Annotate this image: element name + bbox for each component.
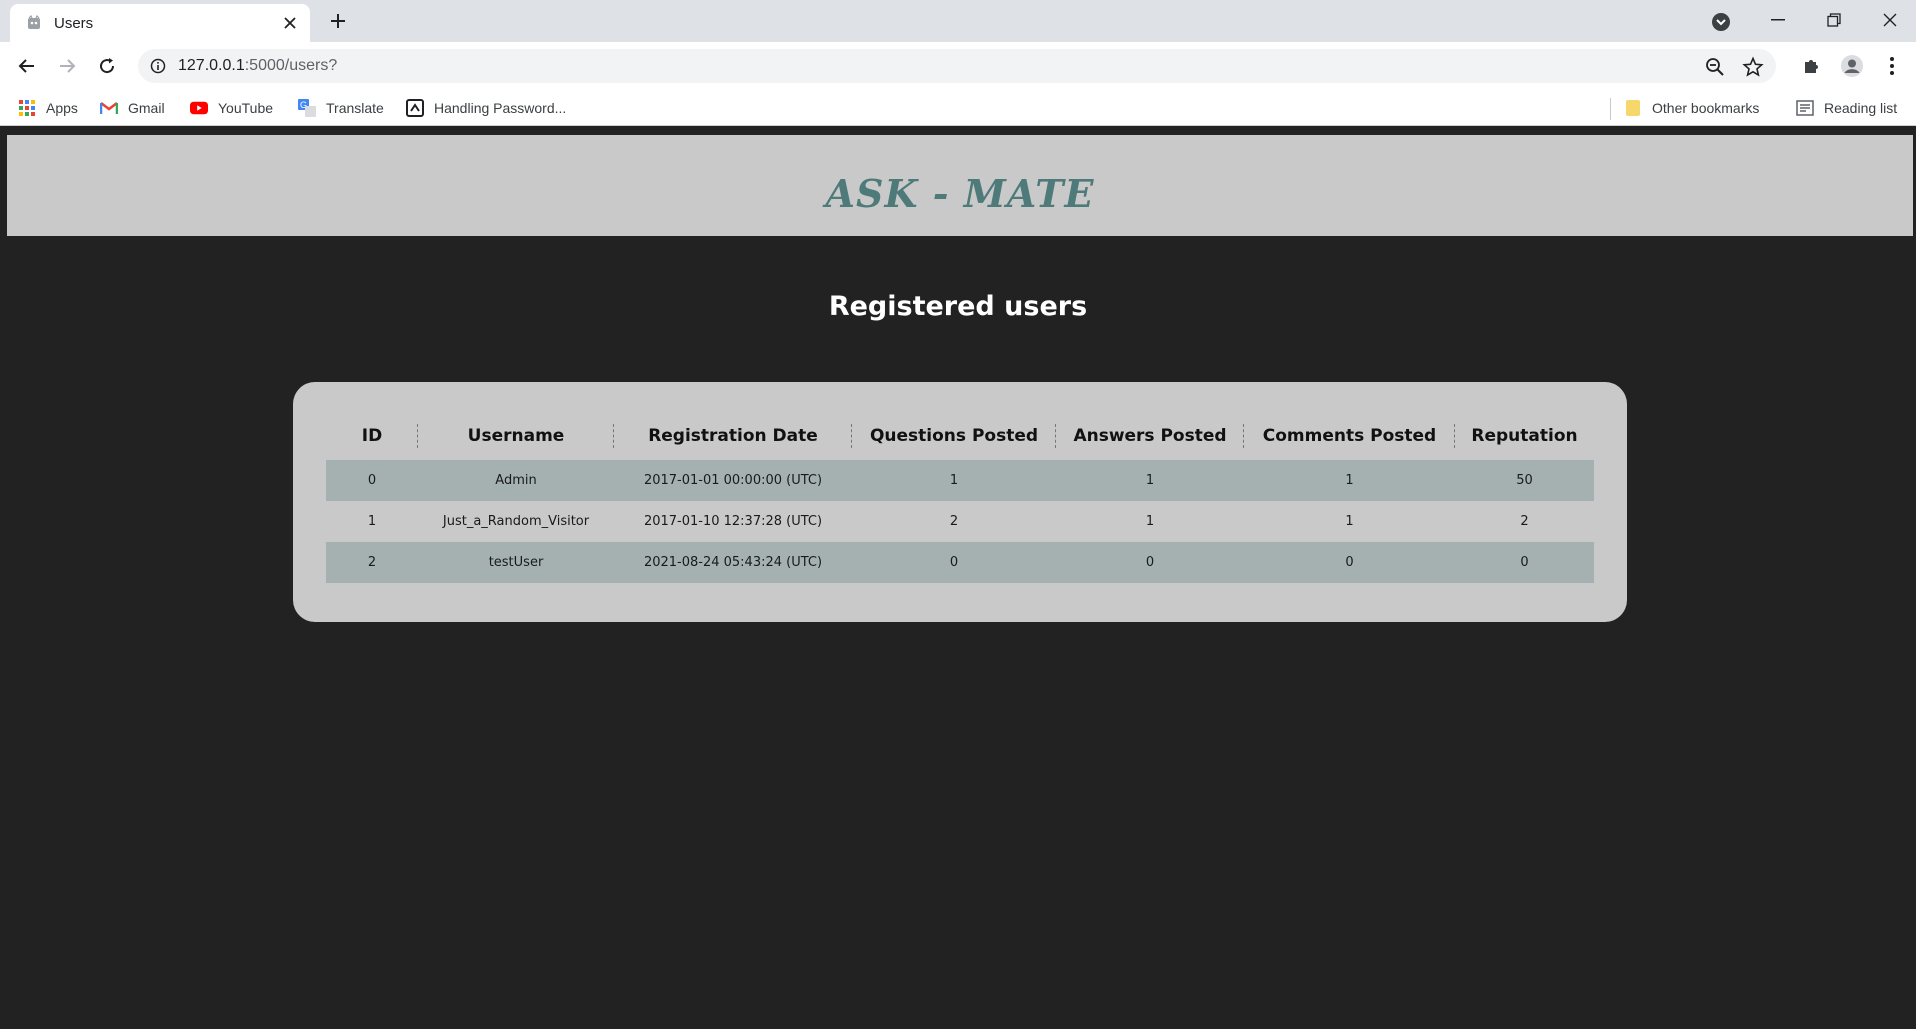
reading-list-label: Reading list (1824, 100, 1898, 116)
forward-arrow-icon[interactable] (51, 50, 83, 82)
new-tab-button[interactable] (324, 10, 352, 32)
close-window-icon[interactable] (1862, 0, 1916, 40)
browser-menu-icon[interactable] (1880, 54, 1904, 78)
cell-registration-date: 2017-01-01 00:00:00 (UTC) (643, 473, 823, 488)
cell-username: Admin (495, 473, 537, 488)
cell-answers-posted: 1 (1145, 514, 1155, 529)
column-header-questions-posted: Questions Posted (852, 412, 1056, 460)
bookmark-gmail[interactable]: Gmail (100, 98, 165, 118)
bookmark-translate[interactable]: G Translate (298, 98, 384, 118)
column-header-registration-date: Registration Date (614, 412, 852, 460)
cell-id: 2 (367, 555, 377, 570)
column-header-answers-posted: Answers Posted (1056, 412, 1244, 460)
cell-questions-posted: 2 (949, 514, 959, 529)
youtube-icon (190, 99, 208, 117)
url-text[interactable]: 127.0.0.1:5000/users? (178, 57, 337, 75)
cell-answers-posted: 0 (1145, 555, 1155, 570)
cell-comments-posted: 1 (1345, 514, 1354, 529)
tab-search-icon[interactable] (1710, 11, 1732, 33)
cell-answers-posted: 1 (1145, 473, 1155, 488)
bookmark-youtube[interactable]: YouTube (190, 98, 273, 118)
bookmark-page-icon (406, 99, 424, 117)
bookmark-label: YouTube (218, 100, 274, 116)
cell-reputation: 2 (1520, 514, 1529, 529)
page-title: Registered users (828, 291, 1088, 322)
translate-icon: G (298, 99, 316, 117)
column-header-comments-posted: Comments Posted (1244, 412, 1455, 460)
apps-grid-icon (18, 99, 36, 117)
column-header-id: ID (326, 412, 418, 460)
column-header-username: Username (418, 412, 614, 460)
cell-comments-posted: 0 (1345, 555, 1354, 570)
browser-tab-strip: Users (0, 0, 1916, 42)
other-bookmarks-label: Other bookmarks (1652, 100, 1760, 116)
cell-questions-posted: 1 (949, 473, 959, 488)
cell-username: testUser (488, 555, 544, 570)
table-header-row: ID Username Registration Date Questions … (326, 412, 1594, 460)
site-logo[interactable]: ASK - MATE (7, 171, 1913, 216)
address-bar[interactable]: 127.0.0.1:5000/users? (138, 49, 1776, 83)
table-row: 2 testUser 2021-08-24 05:43:24 (UTC) 0 0… (326, 542, 1594, 583)
bookmark-star-icon[interactable] (1742, 56, 1764, 78)
cell-registration-date: 2017-01-10 12:37:28 (UTC) (643, 514, 823, 529)
page-viewport: ASK - MATE Registered users ID Username … (0, 127, 1916, 1029)
table-row: 0 Admin 2017-01-01 00:00:00 (UTC) 1 1 1 … (326, 460, 1594, 501)
bookmark-handling-password[interactable]: Handling Password... (406, 98, 566, 118)
folder-icon (1624, 99, 1642, 117)
bookmark-label: Translate (326, 100, 384, 116)
cell-registration-date: 2021-08-24 05:43:24 (UTC) (643, 555, 823, 570)
site-header: ASK - MATE (7, 135, 1913, 236)
tab-title: Users (54, 15, 94, 32)
cell-reputation: 50 (1516, 473, 1533, 488)
close-tab-icon[interactable] (280, 13, 300, 33)
zoom-out-icon[interactable] (1704, 56, 1726, 78)
extensions-puzzle-icon[interactable] (1800, 54, 1824, 78)
users-table: ID Username Registration Date Questions … (326, 412, 1594, 583)
back-arrow-icon[interactable] (11, 50, 43, 82)
users-table-card: ID Username Registration Date Questions … (293, 382, 1627, 622)
reading-list-icon (1796, 99, 1814, 117)
other-bookmarks[interactable]: Other bookmarks (1624, 98, 1759, 118)
bookmarks-bar: Apps Gmail YouTube G Translate Handling … (0, 90, 1916, 126)
gmail-icon (100, 99, 118, 117)
cell-username: Just_a_Random_Visitor (442, 514, 590, 529)
cell-comments-posted: 1 (1345, 473, 1354, 488)
bookmark-label: Handling Password... (434, 100, 567, 116)
site-favicon-icon (26, 14, 42, 31)
restore-window-icon[interactable] (1806, 0, 1862, 40)
reload-icon[interactable] (91, 50, 123, 82)
cell-questions-posted: 0 (949, 555, 959, 570)
site-info-icon[interactable] (150, 58, 166, 74)
url-path: :5000/users? (244, 57, 338, 74)
cell-id: 1 (367, 514, 377, 529)
table-row: 1 Just_a_Random_Visitor 2017-01-10 12:37… (326, 501, 1594, 542)
profile-avatar-icon[interactable] (1840, 54, 1864, 78)
cell-id: 0 (367, 473, 377, 488)
browser-tab[interactable]: Users (10, 4, 310, 42)
url-host: 127.0.0.1 (178, 57, 245, 74)
bookmark-apps[interactable]: Apps (18, 98, 78, 118)
column-header-reputation: Reputation (1471, 426, 1578, 446)
minimize-window-icon[interactable] (1750, 0, 1806, 40)
reading-list[interactable]: Reading list (1796, 98, 1897, 118)
bookmark-label: Gmail (128, 100, 165, 116)
browser-toolbar: 127.0.0.1:5000/users? (0, 42, 1916, 90)
bookmarks-divider (1610, 98, 1611, 120)
cell-reputation: 0 (1520, 555, 1529, 570)
bookmark-label: Apps (46, 100, 78, 116)
